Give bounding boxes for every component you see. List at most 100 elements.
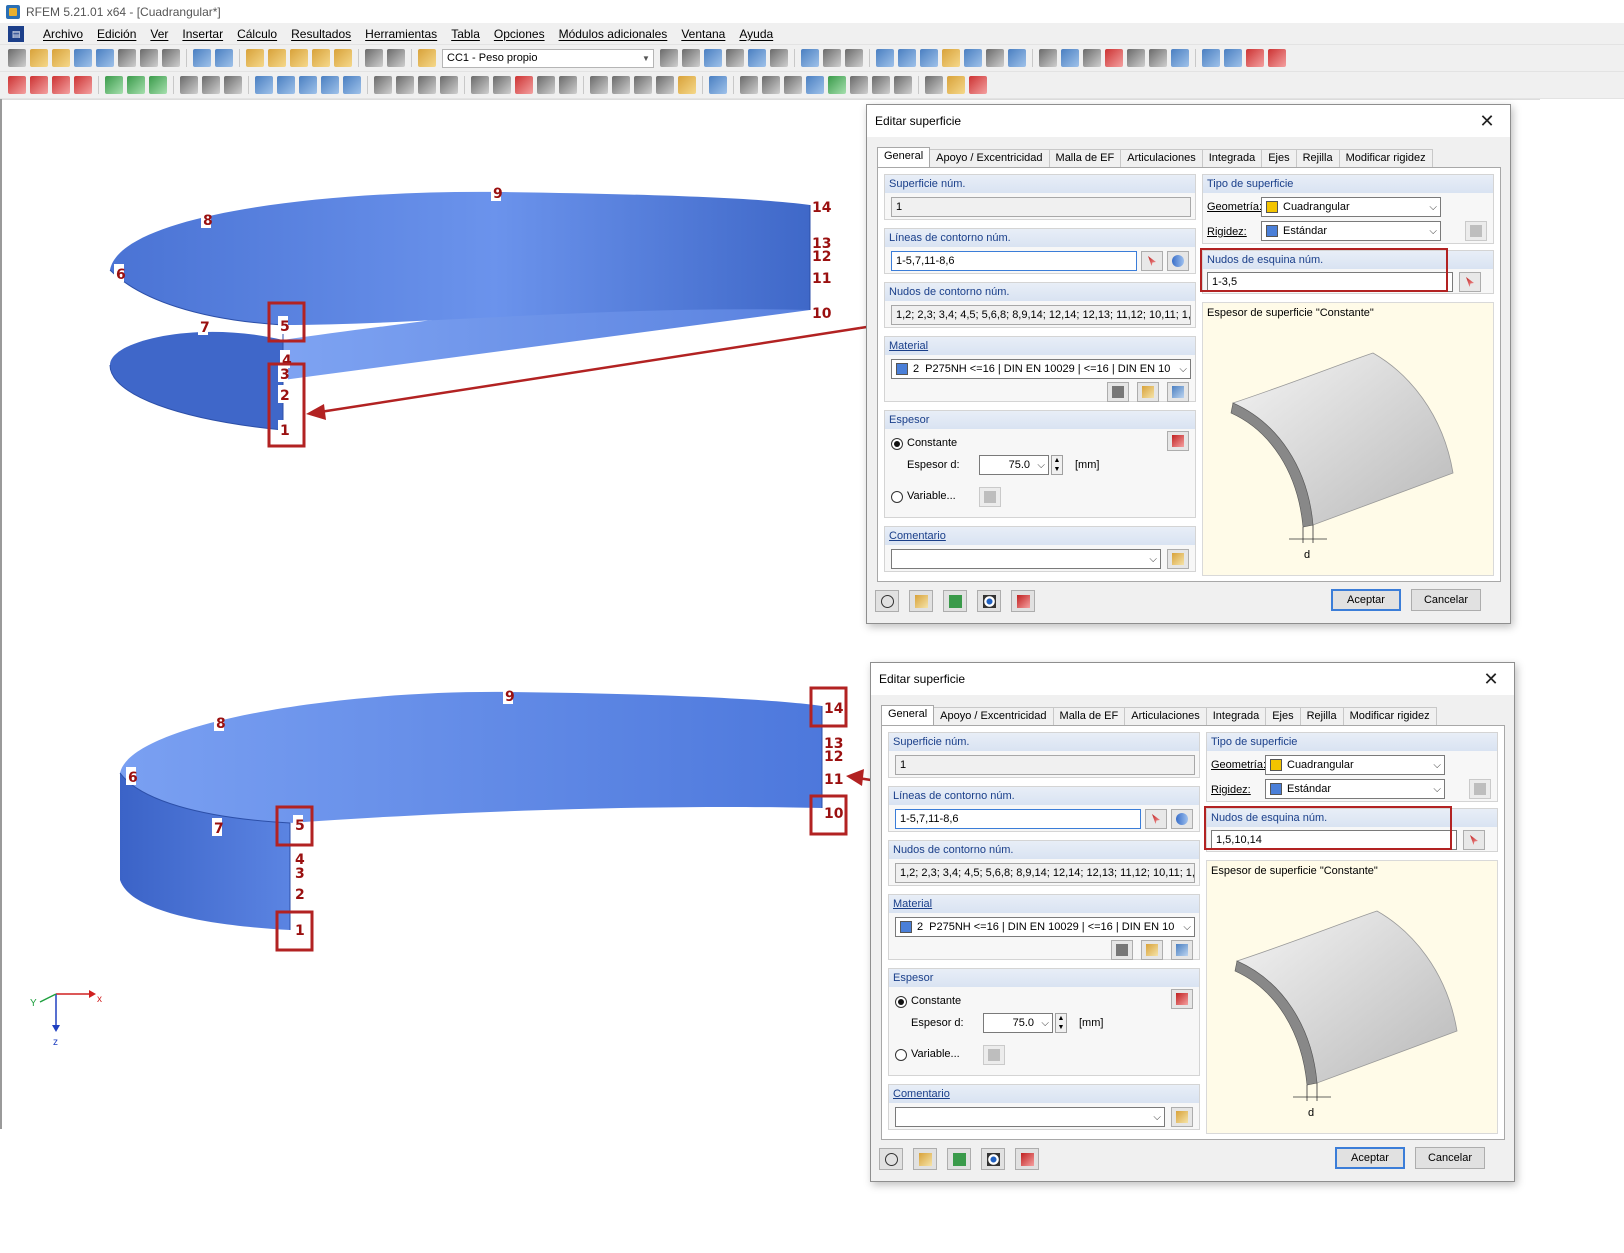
tab-integrada[interactable]: Integrada <box>1205 707 1267 725</box>
tab-articulaciones[interactable]: Articulaciones <box>1124 707 1207 725</box>
windows-icon[interactable] <box>334 49 352 67</box>
rectangle-icon[interactable] <box>224 76 242 94</box>
view-button[interactable] <box>977 590 1001 612</box>
search-icon[interactable] <box>268 49 286 67</box>
menu-tabla[interactable]: Tabla <box>444 27 487 41</box>
variable-radio[interactable] <box>895 1049 907 1061</box>
previous-load-case-icon[interactable] <box>660 49 678 67</box>
close-icon[interactable]: ✕ <box>1476 112 1498 130</box>
material-library-button[interactable] <box>1107 382 1129 402</box>
tab-articulaciones[interactable]: Articulaciones <box>1120 149 1203 167</box>
grid-mesh-icon[interactable] <box>440 76 458 94</box>
open-folder-icon[interactable] <box>52 49 70 67</box>
units-button[interactable] <box>947 1148 971 1170</box>
tab-malla-ef[interactable]: Malla de EF <box>1052 707 1126 725</box>
stiffness-edit-button[interactable] <box>1465 221 1487 241</box>
comment-library-button[interactable] <box>1171 1107 1193 1127</box>
menu-modulos-adicionales[interactable]: Módulos adicionales <box>552 27 675 41</box>
divide-icon[interactable] <box>374 76 392 94</box>
material-library-button[interactable] <box>1111 940 1133 960</box>
pick-lines-icon[interactable] <box>1145 809 1167 829</box>
print-preview-icon[interactable] <box>162 49 180 67</box>
select-grid-icon[interactable] <box>876 49 894 67</box>
results-icon[interactable] <box>748 49 766 67</box>
cancel-button[interactable]: Cancelar <box>1411 589 1481 611</box>
menu-ayuda[interactable]: Ayuda <box>732 27 780 41</box>
comment-library-button[interactable] <box>1167 549 1189 569</box>
print-report-icon[interactable] <box>140 49 158 67</box>
view-button[interactable] <box>981 1148 1005 1170</box>
report-icon[interactable] <box>925 76 943 94</box>
tab-modificar-rigidez[interactable]: Modificar rigidez <box>1342 707 1437 725</box>
thickness-icon[interactable] <box>149 76 167 94</box>
extrude-icon[interactable] <box>418 76 436 94</box>
new-material-button[interactable] <box>1137 382 1159 402</box>
guide-icon[interactable] <box>1008 49 1026 67</box>
zoom-icon[interactable] <box>471 76 489 94</box>
save-all-icon[interactable] <box>74 49 92 67</box>
tab-malla-ef[interactable]: Malla de EF <box>1048 149 1122 167</box>
section-icon[interactable] <box>850 76 868 94</box>
check-icon[interactable] <box>969 76 987 94</box>
tab-general[interactable]: General <box>881 705 935 726</box>
close-icon[interactable]: ✕ <box>1480 670 1502 688</box>
redo-icon[interactable] <box>215 49 233 67</box>
list-icon[interactable] <box>894 76 912 94</box>
visibility-icon[interactable] <box>806 76 824 94</box>
thickness-pick-button[interactable] <box>1171 989 1193 1009</box>
stiffness-edit-button[interactable] <box>1469 779 1491 799</box>
target-icon[interactable] <box>290 49 308 67</box>
printout-icon[interactable] <box>947 76 965 94</box>
export-icon[interactable] <box>1202 49 1220 67</box>
import-icon[interactable] <box>1224 49 1242 67</box>
iso-view-icon[interactable] <box>537 76 555 94</box>
rotate-icon[interactable] <box>1061 49 1079 67</box>
thickness-spinner[interactable]: ▲ ▼ <box>1051 455 1063 475</box>
select-window-icon[interactable] <box>898 49 916 67</box>
delete-icon[interactable] <box>1105 49 1123 67</box>
shape-icon[interactable] <box>343 76 361 94</box>
load-case-select[interactable]: CC1 - Peso propio ▼ <box>442 48 654 68</box>
edit-pencil-icon[interactable] <box>246 49 264 67</box>
edit-material-button[interactable] <box>1167 382 1189 402</box>
view-3d-icon[interactable] <box>559 76 577 94</box>
dialog-title-bar[interactable]: Editar superficie ✕ <box>871 663 1514 695</box>
pin-icon[interactable] <box>1246 49 1264 67</box>
gear-icon[interactable] <box>1171 49 1189 67</box>
menu-herramientas[interactable]: Herramientas <box>358 27 444 41</box>
solid-icon[interactable] <box>277 76 295 94</box>
zoom-select-icon[interactable] <box>515 76 533 94</box>
comment-input[interactable]: ⌵ <box>895 1107 1165 1127</box>
material-icon[interactable] <box>105 76 123 94</box>
dialog-icon[interactable] <box>1149 49 1167 67</box>
tab-ejes[interactable]: Ejes <box>1265 707 1301 725</box>
box-icon[interactable] <box>321 76 339 94</box>
tab-rejilla[interactable]: Rejilla <box>1295 149 1340 167</box>
boundary-lines-input[interactable]: 1-5,7,11-8,6 <box>891 251 1137 271</box>
workplane-icon[interactable] <box>986 49 1004 67</box>
cancel-button[interactable]: Cancelar <box>1415 1147 1485 1169</box>
view-x-icon[interactable] <box>590 76 608 94</box>
snap-icon[interactable] <box>942 49 960 67</box>
edit-material-button[interactable] <box>1171 940 1193 960</box>
support-icon[interactable] <box>180 76 198 94</box>
undo-icon[interactable] <box>193 49 211 67</box>
menu-insertar[interactable]: Insertar <box>175 27 230 41</box>
constant-radio[interactable] <box>891 438 903 450</box>
menu-edicion[interactable]: Edición <box>90 27 143 41</box>
select-button[interactable] <box>1011 590 1035 612</box>
geometry-select[interactable]: Cuadrangular ⌵ <box>1265 755 1445 775</box>
comment-input[interactable]: ⌵ <box>891 549 1161 569</box>
help-button[interactable] <box>879 1148 903 1170</box>
thickness-d-input[interactable]: 75.0 ⌵ <box>979 455 1049 475</box>
pick-icon[interactable] <box>1268 49 1286 67</box>
view-z-icon[interactable] <box>634 76 652 94</box>
member-view-icon[interactable] <box>845 49 863 67</box>
tab-modificar-rigidez[interactable]: Modificar rigidez <box>1338 149 1433 167</box>
edit-button[interactable] <box>909 590 933 612</box>
pick-lines-icon[interactable] <box>1141 251 1163 271</box>
settings-icon[interactable] <box>1127 49 1145 67</box>
filter-icon[interactable] <box>828 76 846 94</box>
units-button[interactable] <box>943 590 967 612</box>
measure-icon[interactable] <box>1039 49 1057 67</box>
